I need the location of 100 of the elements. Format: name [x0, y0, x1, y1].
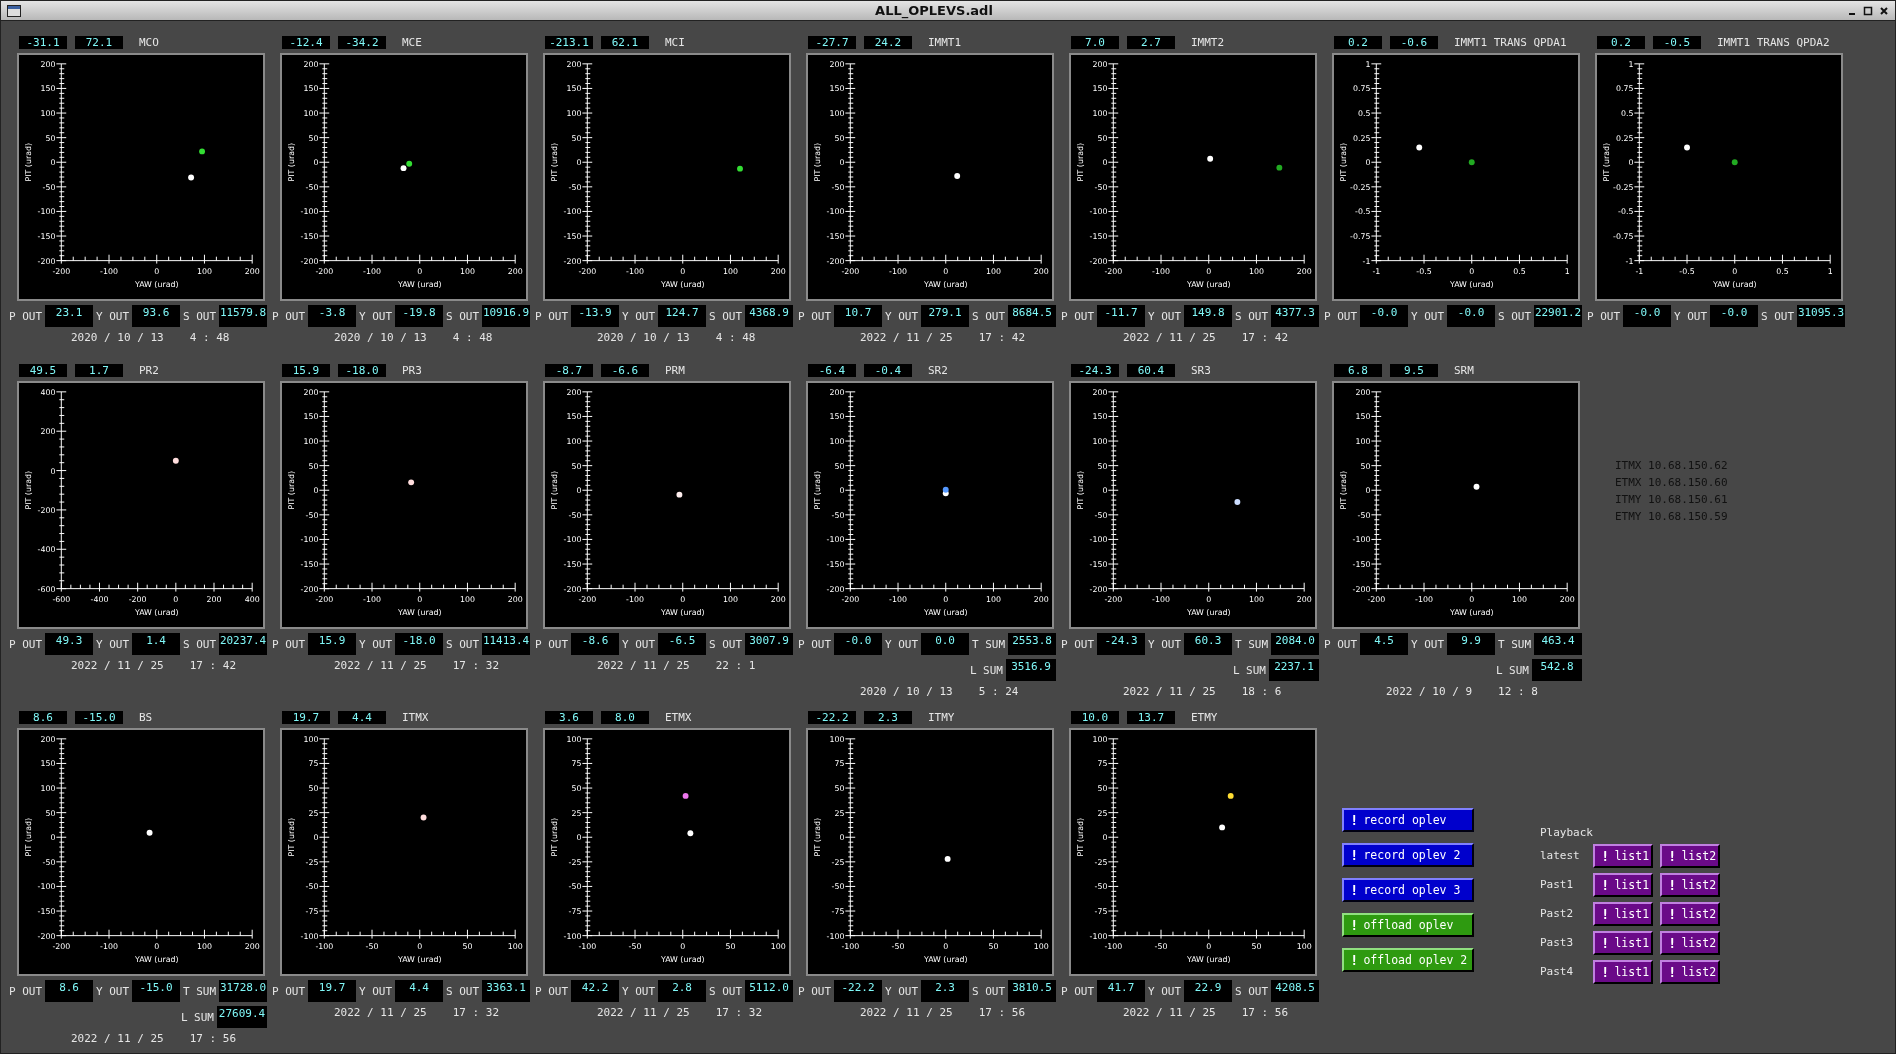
heading-value: 15.9	[282, 363, 330, 377]
tick-label: 0	[154, 267, 160, 277]
panel-title: ETMY	[1191, 710, 1218, 724]
tick-label: 50	[571, 784, 582, 793]
readout-value: 2.8	[658, 980, 706, 1002]
tick-label: 25	[571, 808, 582, 818]
list-button[interactable]: ! list1	[1593, 872, 1653, 897]
readout-value: 4368.9	[745, 305, 793, 327]
tick-label: -0.25	[1350, 182, 1371, 192]
tick-label: -25	[305, 857, 319, 867]
tick-label: 50	[834, 784, 845, 793]
heading-value: 0.2	[1334, 35, 1382, 49]
tick-label: 0	[1102, 486, 1108, 496]
heading-value: 9.5	[1390, 363, 1438, 377]
tick-label: 150	[303, 84, 319, 94]
readout-label: Y OUT	[359, 309, 393, 323]
data-point	[1416, 144, 1423, 151]
row-label: Past2	[1540, 907, 1575, 920]
timestamp-date: 2020 / 10 / 13	[71, 331, 164, 344]
readout-value: 4208.5	[1271, 980, 1319, 1002]
close-icon[interactable]	[1879, 5, 1889, 16]
data-point	[737, 165, 743, 172]
tick-label: -200	[563, 256, 582, 266]
readout-value: 3810.5	[1008, 980, 1056, 1002]
heading-value: 0.2	[1597, 35, 1645, 49]
tick-label: -100	[1089, 931, 1108, 941]
tick-label: 75	[1097, 759, 1108, 769]
list-button[interactable]: ! list1	[1593, 930, 1653, 955]
readout-value: -15.0	[132, 980, 180, 1002]
heading-value: 4.4	[338, 710, 386, 724]
list-button[interactable]: ! list1	[1593, 901, 1653, 926]
list-button[interactable]: ! list2	[1660, 959, 1720, 984]
tick-label: 25	[308, 808, 319, 818]
tick-label: -50	[305, 182, 319, 192]
tick-label: -50	[305, 510, 319, 520]
readout-value: 2084.0	[1271, 633, 1319, 655]
readout-value: 23.1	[45, 305, 93, 327]
readout-label: L SUM	[1232, 663, 1266, 677]
tick-label: 100	[459, 595, 475, 605]
axis-title: PIT (urad)	[1075, 143, 1085, 182]
tick-label: 100	[566, 734, 582, 744]
tick-label: -75	[831, 907, 845, 916]
readout-value: 60.3	[1184, 633, 1232, 655]
readout-label: P OUT	[9, 309, 43, 323]
heading-value: -31.1	[19, 35, 67, 49]
readout-label: P OUT	[272, 984, 306, 998]
heading-value: 19.7	[282, 710, 330, 724]
list-button[interactable]: ! list2	[1660, 843, 1720, 868]
tick-label: -100	[889, 267, 907, 277]
timestamp-date: 2020 / 10 / 13	[597, 331, 690, 344]
data-point	[172, 457, 179, 464]
tick-label: 50	[725, 942, 736, 952]
timestamp-time: 17 : 42	[978, 331, 1026, 344]
action-button[interactable]: ! record oplev 3	[1342, 878, 1474, 902]
tick-label: -50	[568, 182, 582, 192]
list-button[interactable]: ! list2	[1660, 901, 1720, 926]
tick-label: 0	[1628, 158, 1634, 168]
action-button[interactable]: ! offload oplev 2	[1342, 948, 1474, 972]
timestamp-time: 18 : 6	[1241, 685, 1282, 698]
readout-value: 8.6	[45, 980, 93, 1002]
readout-label: S OUT	[446, 637, 480, 651]
tick-label: 200	[1559, 595, 1575, 605]
tick-label: -200	[1104, 595, 1123, 605]
list-button[interactable]: ! list2	[1660, 872, 1720, 897]
action-button[interactable]: ! offload oplev	[1342, 913, 1474, 937]
readout-value: 1.4	[132, 633, 180, 655]
data-point	[146, 829, 153, 836]
axis-title: YAW (urad)	[397, 280, 442, 290]
action-button[interactable]: ! record oplev	[1342, 808, 1474, 832]
axis-title: YAW (urad)	[660, 608, 705, 618]
tick-label: 50	[571, 133, 582, 143]
action-button[interactable]: ! record oplev 2	[1342, 843, 1474, 867]
tick-label: -200	[1352, 584, 1371, 594]
data-point	[682, 792, 689, 799]
data-point	[1473, 483, 1480, 490]
tick-label: 150	[829, 412, 845, 422]
list-button[interactable]: ! list1	[1593, 959, 1653, 984]
tick-label: 0	[1365, 158, 1371, 168]
readout-value: 15.9	[308, 633, 356, 655]
readout-label: Y OUT	[885, 637, 919, 651]
tick-label: -25	[831, 857, 845, 867]
maximize-icon[interactable]	[1863, 5, 1873, 16]
tick-label: 0	[1365, 486, 1371, 496]
tick-label: 0	[154, 942, 160, 952]
tick-label: 25	[1097, 808, 1108, 818]
panel-title: SRM	[1454, 363, 1474, 377]
readout-label: S OUT	[1235, 309, 1269, 323]
panel-title: BS	[139, 710, 153, 724]
timestamp-time: 17 : 56	[1241, 1006, 1289, 1019]
tick-label: 0	[576, 158, 582, 168]
readout-value: -18.0	[395, 633, 443, 655]
readout-label: S OUT	[183, 637, 217, 651]
panel-title: PR3	[402, 363, 422, 377]
tick-label: -200	[841, 595, 860, 605]
list-button[interactable]: ! list2	[1660, 930, 1720, 955]
data-point	[188, 174, 195, 181]
list-button[interactable]: ! list1	[1593, 843, 1653, 868]
heading-value: 49.5	[19, 363, 67, 377]
tick-label: 200	[770, 267, 786, 277]
readout-value: -19.8	[395, 305, 443, 327]
